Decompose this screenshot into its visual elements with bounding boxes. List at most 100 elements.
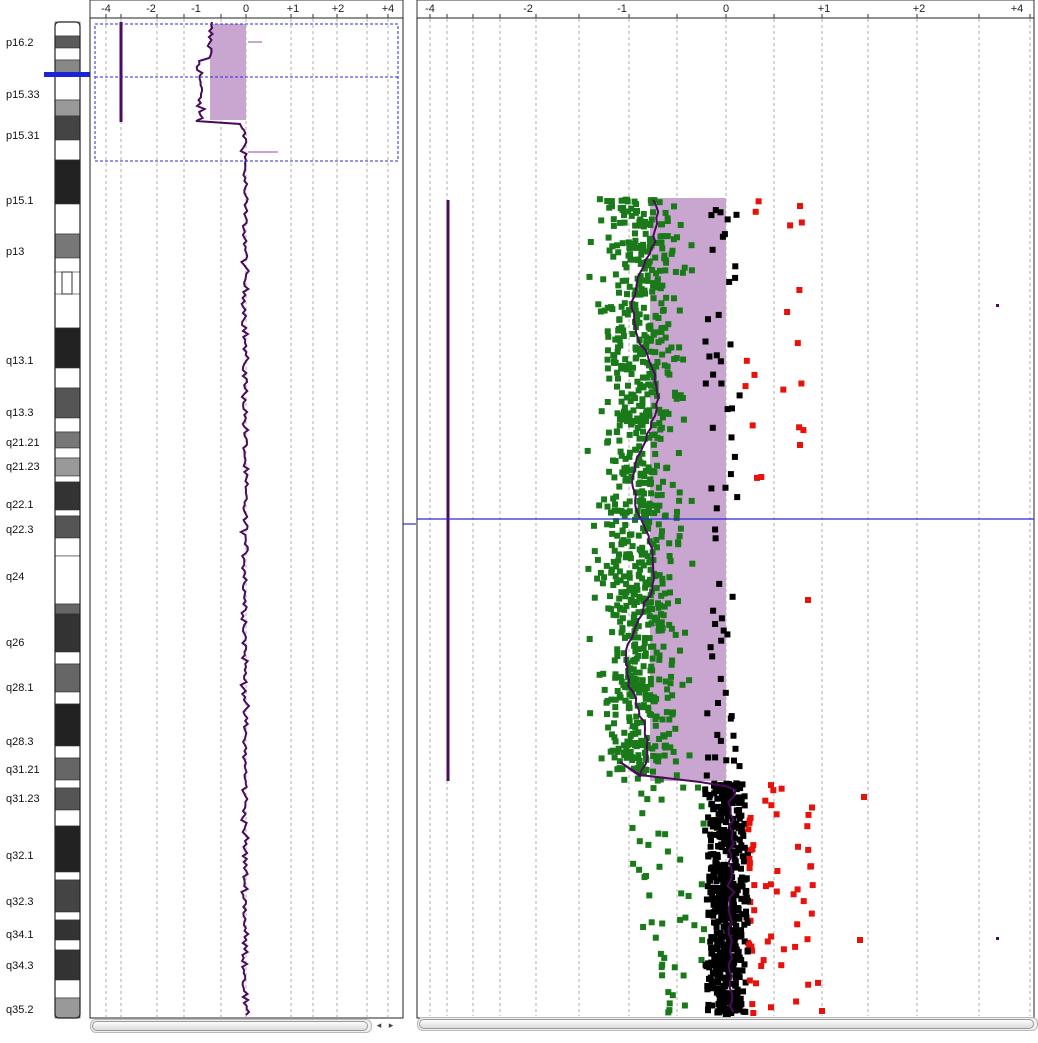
probe-point [617, 219, 624, 226]
probe-point [731, 757, 737, 764]
probe-point [659, 961, 666, 968]
probe-point [718, 615, 725, 622]
probe-point [617, 448, 624, 455]
probe-point [751, 371, 758, 378]
probe-point [638, 251, 645, 258]
detail-scrollbar[interactable] [417, 1017, 1038, 1031]
probe-point [660, 643, 667, 650]
probe-point [621, 729, 628, 736]
probe-point [623, 744, 630, 751]
probe-point [626, 508, 633, 515]
probe-point [746, 865, 753, 872]
probe-point [632, 230, 638, 237]
probe-point [605, 429, 612, 436]
probe-point [652, 722, 659, 729]
probe-point [668, 673, 674, 680]
probe-point [676, 497, 683, 504]
profile-plots: -4 -2 -1 0 +1 +2 +4 -4 -2 -1 0 +1 +2 +4 [89, 0, 1035, 1019]
probe-point [606, 770, 613, 777]
probe-point [629, 824, 636, 831]
probe-point [682, 629, 688, 636]
probe-point [668, 250, 675, 257]
probe-point [652, 934, 659, 941]
probe-point [652, 312, 659, 319]
probe-point [778, 785, 785, 792]
probe-point [671, 356, 678, 363]
probe-point [749, 1001, 756, 1008]
probe-point [641, 473, 648, 479]
probe-point [594, 556, 601, 563]
probe-point [663, 465, 670, 472]
probe-point [733, 211, 740, 218]
probe-point [716, 580, 723, 587]
probe-point [607, 593, 613, 600]
probe-point [640, 211, 647, 217]
probe-point [658, 326, 665, 333]
probe-point [652, 349, 659, 356]
probe-point [630, 860, 637, 867]
probe-point [768, 933, 775, 940]
probe-point [749, 422, 756, 429]
probe-point [632, 563, 639, 570]
probe-point [805, 846, 812, 853]
probe-point [662, 831, 669, 838]
probe-point [604, 521, 611, 528]
probe-point [595, 301, 602, 308]
probe-point [722, 819, 729, 825]
probe-point [652, 743, 659, 750]
probe-point [647, 222, 654, 228]
probe-point [599, 580, 606, 587]
probe-point [650, 785, 657, 792]
probe-point [712, 920, 719, 927]
probe-point [642, 584, 649, 591]
probe-point [729, 405, 735, 412]
probe-point [658, 239, 665, 246]
probe-point [598, 408, 605, 415]
overview-scrollbar[interactable] [90, 1019, 372, 1033]
probe-point [640, 428, 646, 435]
probe-point [642, 230, 649, 237]
probe-point [708, 959, 715, 966]
probe-point [636, 498, 643, 504]
probe-point [731, 453, 738, 460]
probe-point [664, 363, 671, 370]
probe-point [768, 782, 774, 789]
probe-point [676, 533, 683, 540]
probe-point [730, 732, 737, 739]
probe-point [642, 579, 649, 586]
probe-point [734, 986, 741, 993]
probe-point [708, 801, 715, 808]
probe-point [669, 992, 676, 999]
probe-point [664, 218, 671, 224]
axis-tick-label: +4 [382, 3, 395, 15]
probe-point [651, 698, 658, 705]
detail-scroll-thumb[interactable] [419, 1019, 1034, 1029]
axis-tick-label: 0 [723, 3, 729, 15]
probe-point [623, 394, 630, 401]
probe-point [746, 855, 753, 862]
probe-point [722, 999, 729, 1006]
probe-point [639, 374, 646, 381]
probe-point [614, 429, 620, 435]
outlier-dot [996, 937, 999, 940]
probe-point [623, 581, 630, 587]
scroll-right-arrow[interactable]: ▸ [386, 1020, 396, 1032]
probe-point [758, 474, 765, 480]
probe-point [635, 532, 642, 539]
probe-point [645, 707, 652, 714]
scroll-left-arrow[interactable]: ◂ [374, 1020, 384, 1032]
probe-point [616, 289, 622, 296]
probe-point [650, 331, 657, 338]
overview-scroll-thumb[interactable] [92, 1021, 368, 1031]
probe-point [611, 507, 618, 514]
probe-point [815, 979, 821, 986]
probe-point [666, 371, 673, 378]
probe-point [712, 754, 719, 761]
probe-point [798, 219, 805, 226]
probe-point [659, 920, 666, 927]
probe-point [662, 209, 669, 216]
probe-point [702, 338, 709, 345]
probe-point [598, 217, 605, 224]
probe-point [646, 605, 653, 612]
probe-point [670, 709, 676, 716]
